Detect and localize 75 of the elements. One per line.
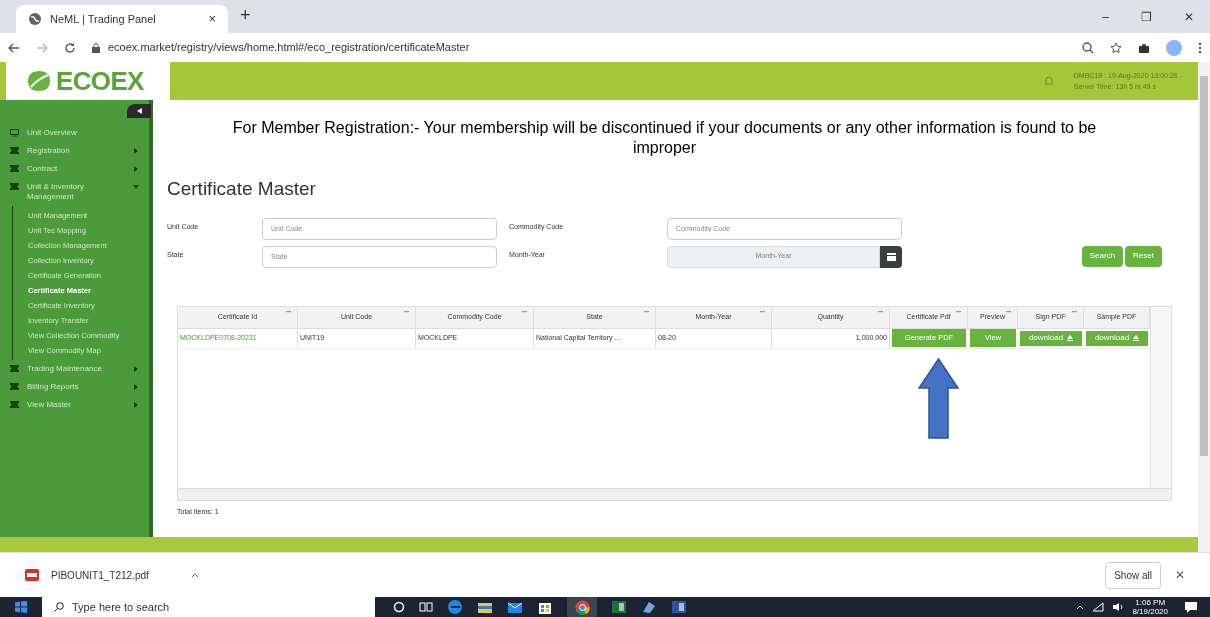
folder-icon[interactable]	[477, 600, 493, 614]
menu-icon[interactable]	[1198, 41, 1202, 54]
cortana-icon[interactable]	[393, 601, 405, 613]
ticket-icon	[10, 165, 19, 172]
sort-icon	[286, 310, 291, 313]
download-button[interactable]: download	[1086, 330, 1148, 346]
download-button[interactable]: download	[1020, 330, 1082, 346]
sidebar-item[interactable]: Billing Reports	[0, 378, 149, 396]
upload-icon	[1133, 335, 1140, 341]
notification-icon[interactable]	[1184, 601, 1198, 613]
calendar-icon	[886, 252, 896, 261]
window-control[interactable]: ✕	[1184, 7, 1194, 26]
search-icon	[54, 602, 64, 612]
notice-text: For Member Registration:- Your membership will be discontinued if your documents or any other information is found to be improper	[231, 118, 1098, 158]
mail-icon[interactable]	[507, 600, 523, 614]
monitor-icon	[10, 129, 19, 137]
speaker-icon[interactable]	[1112, 602, 1125, 612]
pdf-file-icon	[25, 569, 39, 581]
horizontal-scrollbar[interactable]	[178, 487, 1171, 500]
sort-icon	[522, 310, 527, 313]
sort-icon	[1072, 310, 1077, 313]
globe-icon	[28, 12, 42, 26]
close-icon[interactable]: ×	[208, 9, 216, 29]
window-control[interactable]: –	[1102, 7, 1109, 26]
clock-time[interactable]: 1:06 PM	[1135, 598, 1166, 607]
sidebar-item[interactable]: Unit Overview	[0, 124, 149, 142]
collapse-button[interactable]	[127, 104, 151, 118]
sidebar-item[interactable]: Registration	[0, 142, 149, 160]
sort-icon	[404, 310, 409, 313]
clock-date[interactable]: 8/19/2020	[1132, 607, 1168, 616]
sort-icon	[760, 310, 765, 313]
page-title: Certificate Master	[167, 177, 317, 201]
sidebar-item[interactable]: View Master	[0, 396, 149, 414]
new-tab-button[interactable]: +	[240, 2, 251, 29]
tab-title[interactable]: NeML | Trading Panel	[50, 10, 201, 28]
reload-icon[interactable]	[64, 41, 76, 54]
close-icon[interactable]: ✕	[1175, 566, 1185, 584]
ticket-icon	[10, 183, 19, 190]
sort-icon	[878, 310, 883, 313]
sort-icon	[644, 310, 649, 313]
calendar-button[interactable]	[880, 245, 902, 268]
zoom-icon[interactable]	[1082, 41, 1094, 54]
sidebar-item[interactable]: Contract	[0, 160, 149, 178]
collapse-icon	[136, 108, 142, 114]
app-icon[interactable]	[641, 600, 657, 614]
search-button[interactable]: Search	[1081, 245, 1124, 267]
sort-icon	[956, 310, 961, 313]
taskbar-search-field[interactable]: Type here to search	[42, 597, 375, 617]
spreadsheet-icon[interactable]	[611, 600, 627, 614]
star-icon[interactable]	[1110, 41, 1122, 54]
ticket-icon	[10, 147, 19, 154]
logo-text: ECOEX	[56, 64, 144, 98]
show-all-button[interactable]: Show all	[1105, 561, 1161, 589]
reset-button[interactable]: Reset	[1125, 245, 1162, 267]
leaf-logo-icon	[26, 69, 52, 93]
windows-icon	[15, 601, 27, 613]
task-view-icon[interactable]	[419, 601, 433, 613]
vertical-scrollbar[interactable]	[1150, 306, 1171, 488]
back-icon[interactable]	[8, 42, 20, 53]
ticket-icon	[10, 401, 19, 408]
network-icon[interactable]	[1092, 602, 1105, 612]
sort-icon	[1006, 310, 1011, 313]
window-control[interactable]: ❐	[1141, 7, 1152, 26]
page-scrollbar[interactable]	[1198, 62, 1210, 552]
lock-icon	[92, 42, 100, 53]
download-filename[interactable]: PIBOUNIT1_T212.pdf	[51, 567, 149, 583]
url-field[interactable]: ecoex.market/registry/views/home.html#/eco_registration/certificateMaster	[108, 39, 470, 56]
chrome-icon[interactable]	[574, 599, 590, 615]
document-icon[interactable]	[671, 600, 687, 614]
upload-icon	[1067, 335, 1074, 341]
ticket-icon	[10, 383, 19, 390]
sidebar-item[interactable]: Unit & Inventory Management	[0, 178, 149, 206]
browser-icon[interactable]	[447, 599, 463, 615]
sidebar-item[interactable]: Trading Maintenance	[0, 360, 149, 378]
ticket-icon	[10, 365, 19, 372]
